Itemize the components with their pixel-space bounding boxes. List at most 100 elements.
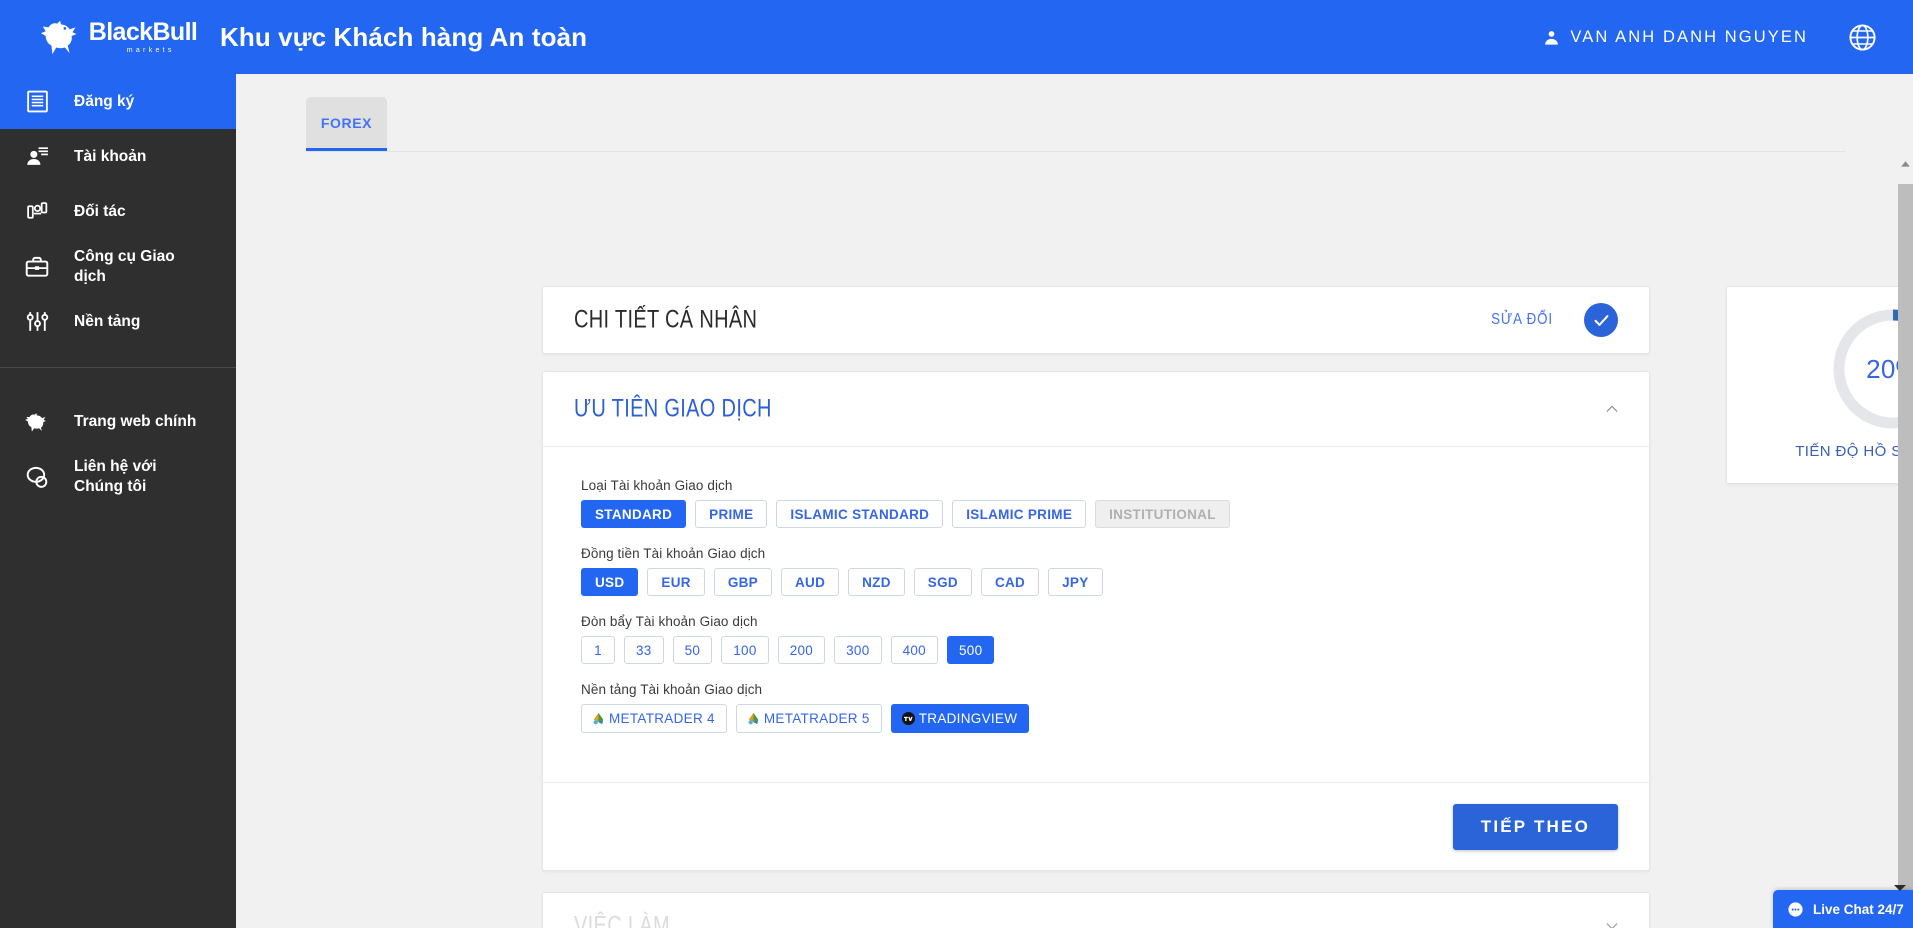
main-content: FOREX CHI TIẾT CÁ NHÂN SỬA ĐỔI ƯU TIÊN G… [236, 74, 1913, 928]
account-leverage-options: 1 33 50 100 200 300 400 500 [581, 636, 1649, 664]
account-type-options: STANDARD PRIME ISLAMIC STANDARD ISLAMIC … [581, 500, 1649, 528]
tab-forex[interactable]: FOREX [306, 97, 387, 151]
sidebar-item-label: Đăng ký [74, 92, 135, 110]
option-usd[interactable]: USD [581, 568, 639, 596]
chat-bubbles-icon [22, 462, 52, 492]
option-standard[interactable]: STANDARD [581, 500, 687, 528]
progress-caption: TIẾN ĐỘ HỒ SƠ ĐĂNG KÝ [1795, 443, 1913, 460]
sidebar-item-doi-tac[interactable]: Đối tác [0, 184, 236, 239]
registration-progress-card: 20% TIẾN ĐỘ HỒ SƠ ĐĂNG KÝ [1726, 286, 1913, 484]
option-label: METATRADER 5 [763, 711, 870, 726]
sidebar-item-label: Trang web chính [74, 412, 197, 430]
partners-icon [22, 197, 52, 227]
sidebar-item-label: Tài khoản [74, 147, 147, 165]
scroll-up-arrow-icon[interactable] [1899, 158, 1912, 171]
brand-logo[interactable]: BlackBull markets [0, 0, 236, 74]
user-name: VAN ANH DANH NGUYEN [1570, 27, 1808, 46]
field-label: Nền tảng Tài khoản Giao dịch [581, 682, 763, 697]
trading-preferences-body: Loại Tài khoản Giao dịch STANDARD PRIME … [543, 448, 1649, 751]
sliders-icon [22, 307, 52, 337]
option-leverage-400[interactable]: 400 [890, 636, 938, 664]
trading-preferences-header[interactable]: ƯU TIÊN GIAO DỊCH [543, 372, 1649, 447]
field-label: Loại Tài khoản Giao dịch [581, 478, 733, 493]
sidebar-item-lien-he[interactable]: Liên hệ với Chúng tôi [0, 449, 236, 504]
app-header: BlackBull markets Khu vực Khách hàng An … [0, 0, 1913, 74]
account-platform-options: METATRADER 4 METATRADER 5 TRADINGVIEW [581, 704, 1649, 733]
bull-icon [22, 407, 52, 437]
option-sgd[interactable]: SGD [913, 568, 972, 596]
sidebar-nav: Đăng ký Tài khoản Đối tác Công cụ Giao d… [0, 74, 236, 928]
check-circle-icon[interactable] [1584, 303, 1618, 337]
account-currency-options: USD EUR GBP AUD NZD SGD CAD JPY [581, 568, 1649, 596]
chevron-down-icon[interactable] [1605, 919, 1619, 928]
tab-bar: FOREX [306, 96, 1845, 152]
personal-details-card: CHI TIẾT CÁ NHÂN SỬA ĐỔI [542, 286, 1650, 354]
option-leverage-50[interactable]: 50 [672, 636, 713, 664]
sidebar-item-tai-khoan[interactable]: Tài khoản [0, 129, 236, 184]
option-cad[interactable]: CAD [980, 568, 1040, 596]
sidebar-item-trang-web-chinh[interactable]: Trang web chính [0, 394, 236, 449]
field-label: Đồng tiền Tài khoản Giao dịch [581, 546, 766, 561]
option-gbp[interactable]: GBP [713, 568, 772, 596]
option-jpy[interactable]: JPY [1048, 568, 1103, 596]
field-account-leverage: Đòn bẩy Tài khoản Giao dịch 1 33 50 100 … [581, 614, 1649, 664]
brand-name: BlackBull [88, 18, 198, 46]
trading-preferences-card: ƯU TIÊN GIAO DỊCH Loại Tài khoản Giao dị… [542, 371, 1650, 871]
option-metatrader-4[interactable]: METATRADER 4 [581, 704, 727, 733]
field-account-platform: Nền tảng Tài khoản Giao dịch METATRADER … [581, 682, 1649, 733]
brand-wordmark: BlackBull markets [88, 18, 198, 55]
option-islamic-standard[interactable]: ISLAMIC STANDARD [776, 500, 944, 528]
briefcase-icon [22, 252, 52, 282]
person-icon [1545, 30, 1559, 45]
option-nzd[interactable]: NZD [848, 568, 905, 596]
tradingview-icon [901, 711, 915, 726]
account-person-icon [22, 142, 52, 172]
edit-link[interactable]: SỬA ĐỔI [1491, 311, 1553, 329]
chevron-up-icon[interactable] [1605, 402, 1619, 416]
caret-down-icon[interactable] [1893, 880, 1907, 891]
trading-preferences-footer: TIẾP THEO [543, 782, 1649, 870]
brand-sub: markets [126, 47, 175, 54]
option-metatrader-5[interactable]: METATRADER 5 [735, 704, 882, 733]
option-label: TRADINGVIEW [918, 711, 1018, 726]
globe-icon[interactable] [1848, 23, 1877, 52]
option-tradingview[interactable]: TRADINGVIEW [890, 704, 1030, 733]
next-button[interactable]: TIẾP THEO [1452, 803, 1618, 850]
option-leverage-500[interactable]: 500 [947, 636, 995, 664]
field-account-type: Loại Tài khoản Giao dịch STANDARD PRIME … [581, 478, 1649, 528]
option-prime[interactable]: PRIME [695, 500, 768, 528]
option-leverage-1[interactable]: 1 [581, 636, 615, 664]
option-label: METATRADER 4 [609, 711, 715, 726]
employment-card[interactable]: VIỆC LÀM [542, 892, 1650, 928]
live-chat-button[interactable]: Live Chat 24/7 [1773, 890, 1913, 928]
user-menu[interactable]: VAN ANH DANH NGUYEN [1543, 28, 1808, 47]
chat-dots-icon [1788, 901, 1803, 917]
field-account-currency: Đồng tiền Tài khoản Giao dịch USD EUR GB… [581, 546, 1649, 596]
option-leverage-100[interactable]: 100 [721, 636, 769, 664]
option-eur[interactable]: EUR [647, 568, 705, 596]
option-leverage-33[interactable]: 33 [624, 636, 664, 664]
option-institutional: INSTITUTIONAL [1095, 500, 1230, 528]
employment-title: VIỆC LÀM [574, 911, 670, 928]
option-aud[interactable]: AUD [780, 568, 840, 596]
metatrader-icon [748, 712, 759, 725]
field-label: Đòn bẩy Tài khoản Giao dịch [581, 614, 758, 629]
sidebar-item-cong-cu-giao-dich[interactable]: Công cụ Giao dịch [0, 239, 236, 294]
tab-label: FOREX [320, 114, 373, 131]
sidebar-item-label: Công cụ Giao dịch [74, 248, 175, 285]
header-right-group: VAN ANH DANH NGUYEN [1543, 23, 1913, 52]
sidebar-item-dang-ky[interactable]: Đăng ký [0, 74, 236, 129]
sidebar-item-label: Liên hệ với Chúng tôi [74, 458, 157, 495]
option-leverage-300[interactable]: 300 [834, 636, 882, 664]
scrollbar-thumb[interactable] [1898, 184, 1913, 928]
live-chat-label: Live Chat 24/7 [1813, 901, 1904, 917]
sidebar-item-label: Đối tác [74, 202, 126, 220]
bull-logo-icon [40, 20, 77, 55]
option-islamic-prime[interactable]: ISLAMIC PRIME [952, 500, 1087, 528]
option-leverage-200[interactable]: 200 [777, 636, 826, 664]
page-title: Khu vực Khách hàng An toàn [220, 21, 588, 52]
sidebar-item-nen-tang[interactable]: Nền tảng [0, 294, 236, 349]
personal-details-title: CHI TIẾT CÁ NHÂN [574, 305, 758, 334]
metatrader-icon [593, 712, 604, 725]
sidebar-item-label: Nền tảng [74, 312, 141, 330]
